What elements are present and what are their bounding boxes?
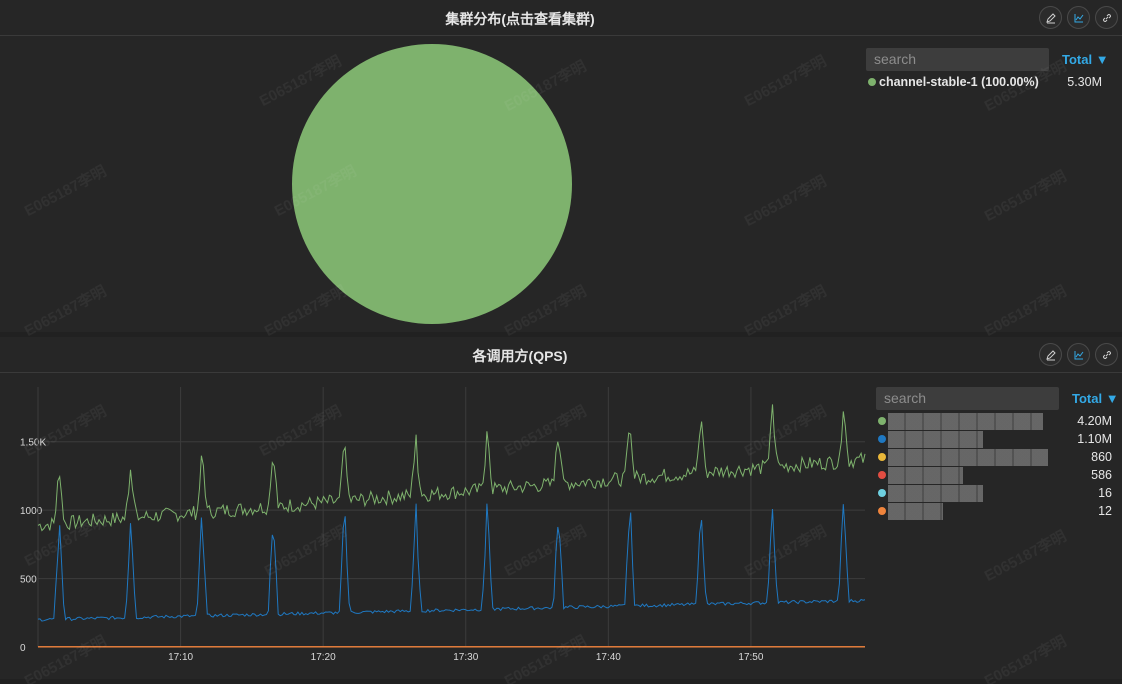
edit-icon[interactable]	[1039, 6, 1062, 29]
series-color-dot	[878, 471, 886, 479]
legend-item[interactable]: 16	[876, 485, 1122, 503]
panel-header: 集群分布(点击查看集群)	[0, 0, 1122, 36]
redacted-series-name	[888, 503, 943, 520]
legend-value: 1.10M	[1077, 432, 1112, 446]
redacted-series-name	[888, 449, 1048, 466]
y-tick-label: 0	[20, 643, 26, 654]
legend-item[interactable]: 4.20M	[876, 413, 1122, 431]
legend-item[interactable]: 12	[876, 503, 1122, 521]
y-tick-label: 1000	[20, 506, 43, 517]
series-color-dot	[878, 435, 886, 443]
x-tick-label: 17:30	[453, 652, 478, 660]
legend-item[interactable]: 1.10M	[876, 431, 1122, 449]
x-tick-label: 17:50	[738, 652, 763, 660]
series-line[interactable]	[37, 404, 866, 532]
redacted-series-name	[888, 485, 983, 502]
legend-value: 586	[1091, 468, 1112, 482]
y-tick-label: 500	[20, 575, 37, 586]
total-sort-toggle[interactable]: Total ▼	[1062, 52, 1109, 67]
x-tick-label: 17:10	[168, 652, 193, 660]
callers-qps-panel: 各调用方(QPS) 0 500 1000 1.50K 17:10 17:20 17:30 17…	[0, 337, 1122, 679]
link-icon[interactable]	[1095, 6, 1118, 29]
panel-header: 各调用方(QPS)	[0, 337, 1122, 373]
series-color-dot	[878, 453, 886, 461]
legend-item[interactable]: channel-stable-1 (100.00%) 5.30M	[866, 74, 1116, 92]
edit-icon[interactable]	[1039, 343, 1062, 366]
line-legend: Total ▼ 4.20M 1.10M 860 586 16 12	[876, 386, 1122, 521]
legend-label: channel-stable-1 (100.00%)	[879, 75, 1039, 89]
line-chart: 0 500 1000 1.50K 17:10 17:20 17:30 17:40 17:50	[20, 387, 866, 660]
panel-title[interactable]: 各调用方(QPS)	[0, 346, 1040, 366]
legend-item[interactable]: 586	[876, 467, 1122, 485]
pie-legend: Total ▼ channel-stable-1 (100.00%) 5.30M	[866, 47, 1116, 92]
pie-slice[interactable]	[292, 44, 572, 324]
series-line[interactable]	[37, 503, 866, 622]
cluster-distribution-panel: 集群分布(点击查看集群) Total ▼ channel-stable-1 (1…	[0, 0, 1122, 332]
series-color-dot	[878, 489, 886, 497]
redacted-series-name	[888, 467, 963, 484]
legend-value: 5.30M	[1067, 75, 1102, 89]
graph-icon[interactable]	[1067, 6, 1090, 29]
legend-item[interactable]: 860	[876, 449, 1122, 467]
panel-toolbar	[1039, 6, 1118, 29]
search-input[interactable]	[866, 47, 1049, 71]
search-input[interactable]	[876, 386, 1059, 410]
link-icon[interactable]	[1095, 343, 1118, 366]
x-tick-label: 17:20	[311, 652, 336, 660]
series-color-dot	[878, 417, 886, 425]
redacted-series-name	[888, 413, 1043, 430]
y-tick-label: 1.50K	[20, 438, 46, 449]
series-color-dot	[868, 78, 876, 86]
total-sort-toggle[interactable]: Total ▼	[1072, 391, 1119, 406]
panel-toolbar	[1039, 343, 1118, 366]
legend-value: 12	[1098, 504, 1112, 518]
legend-value: 860	[1091, 450, 1112, 464]
graph-icon[interactable]	[1067, 343, 1090, 366]
series-color-dot	[878, 507, 886, 515]
panel-title[interactable]: 集群分布(点击查看集群)	[0, 9, 1040, 29]
legend-value: 16	[1098, 486, 1112, 500]
pie-chart	[292, 44, 572, 324]
legend-value: 4.20M	[1077, 414, 1112, 428]
redacted-series-name	[888, 431, 983, 448]
x-tick-label: 17:40	[596, 652, 621, 660]
